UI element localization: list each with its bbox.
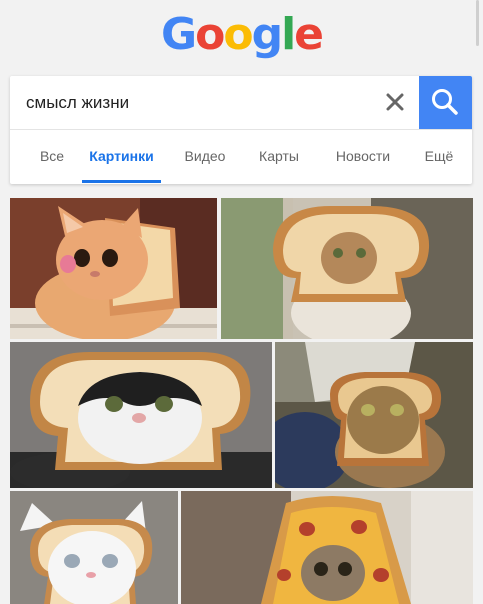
search-icon [432, 89, 458, 115]
image-result-4[interactable] [275, 342, 473, 488]
logo-letter: G [160, 9, 197, 60]
clear-button[interactable] [380, 87, 410, 117]
logo-letter: o [223, 9, 253, 60]
active-tab-indicator [82, 180, 161, 183]
tab-all[interactable]: Все [24, 129, 80, 184]
logo-letter: o [195, 9, 225, 60]
tab-more[interactable]: Ещё [414, 129, 464, 184]
logo-letter: g [251, 9, 283, 60]
tab-news[interactable]: Новости [322, 129, 404, 184]
image-result-6[interactable] [181, 491, 473, 604]
logo-letter: e [294, 9, 324, 60]
tab-maps[interactable]: Карты [246, 129, 312, 184]
search-card: Все Картинки Видео Карты Новости Ещё [10, 76, 472, 184]
cat-bread-photo [10, 342, 272, 488]
logo-letter: l [281, 9, 296, 60]
search-bar [10, 76, 472, 130]
image-result-3[interactable] [10, 342, 272, 488]
cat-bread-photo [275, 342, 473, 488]
cat-bread-photo [10, 198, 217, 339]
tab-video[interactable]: Видео [170, 129, 240, 184]
search-tabs: Все Картинки Видео Карты Новости Ещё [10, 129, 472, 184]
clear-icon [386, 93, 404, 111]
image-result-5[interactable] [10, 491, 178, 604]
image-result-1[interactable] [10, 198, 217, 339]
search-button[interactable] [419, 76, 472, 129]
google-logo[interactable]: Google [0, 8, 483, 62]
cat-bread-photo [10, 491, 178, 604]
cat-pizza-photo [181, 491, 473, 604]
image-result-2[interactable] [221, 198, 473, 339]
cat-bread-photo [221, 198, 473, 339]
search-input[interactable] [26, 90, 366, 116]
tab-images[interactable]: Картинки [82, 129, 161, 184]
